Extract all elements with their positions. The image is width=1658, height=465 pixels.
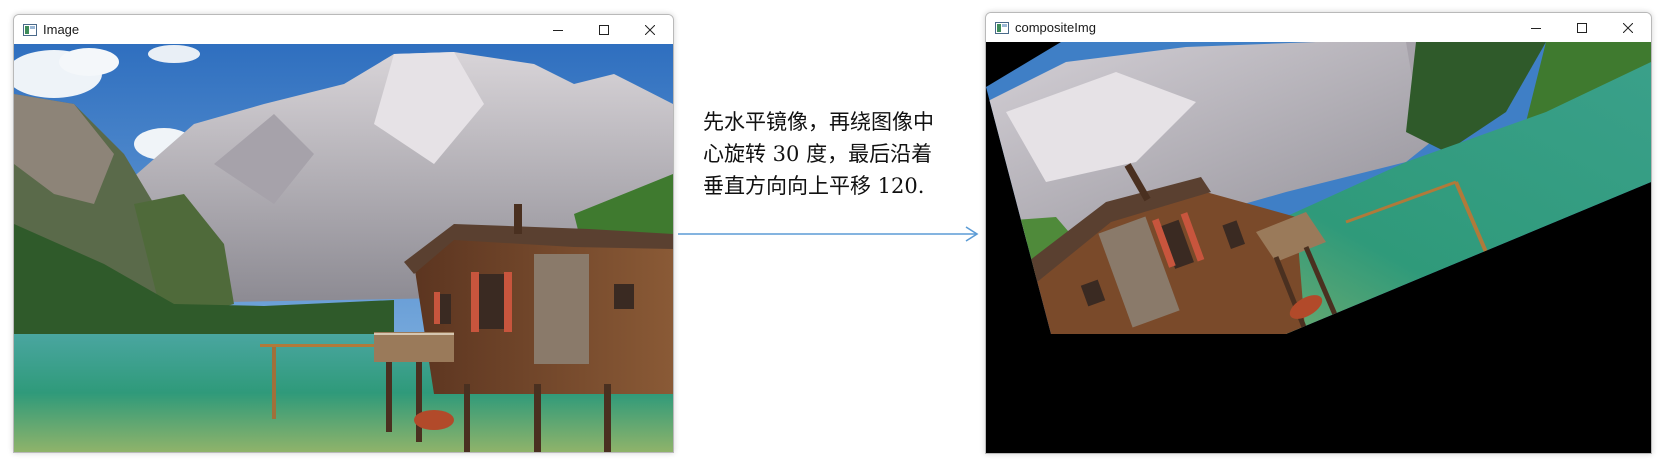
title-bar[interactable]: Image: [14, 15, 673, 44]
window-title: compositeImg: [1015, 20, 1096, 35]
composite-image-view: [986, 42, 1651, 453]
transformed-scene-image: [986, 42, 1651, 453]
maximize-button[interactable]: [581, 15, 627, 44]
composite-window: compositeImg: [985, 12, 1652, 454]
image-window: Image: [13, 14, 674, 453]
minimize-icon: [553, 29, 563, 31]
image-app-icon: [23, 23, 37, 36]
image-view: [14, 44, 673, 452]
close-button[interactable]: [627, 15, 673, 44]
transform-description: 先水平镜像，再绕图像中 心旋转 30 度，最后沿着 垂直方向向上平移 120.: [703, 106, 973, 202]
maximize-button[interactable]: [1559, 13, 1605, 42]
caption-line-3: 垂直方向向上平移 120.: [703, 174, 925, 198]
transform-arrow: [678, 226, 979, 242]
close-icon: [1623, 22, 1633, 33]
lake-scene-image: [14, 44, 673, 452]
minimize-icon: [1531, 27, 1541, 29]
close-icon: [645, 24, 655, 35]
minimize-button[interactable]: [535, 15, 581, 44]
close-button[interactable]: [1605, 13, 1651, 42]
title-bar[interactable]: compositeImg: [986, 13, 1651, 42]
minimize-button[interactable]: [1513, 13, 1559, 42]
caption-line-2: 心旋转 30 度，最后沿着: [703, 142, 933, 166]
caption-line-1: 先水平镜像，再绕图像中: [703, 110, 934, 134]
image-app-icon: [995, 21, 1009, 34]
window-title: Image: [43, 22, 80, 37]
maximize-icon: [599, 24, 609, 35]
maximize-icon: [1577, 22, 1587, 33]
